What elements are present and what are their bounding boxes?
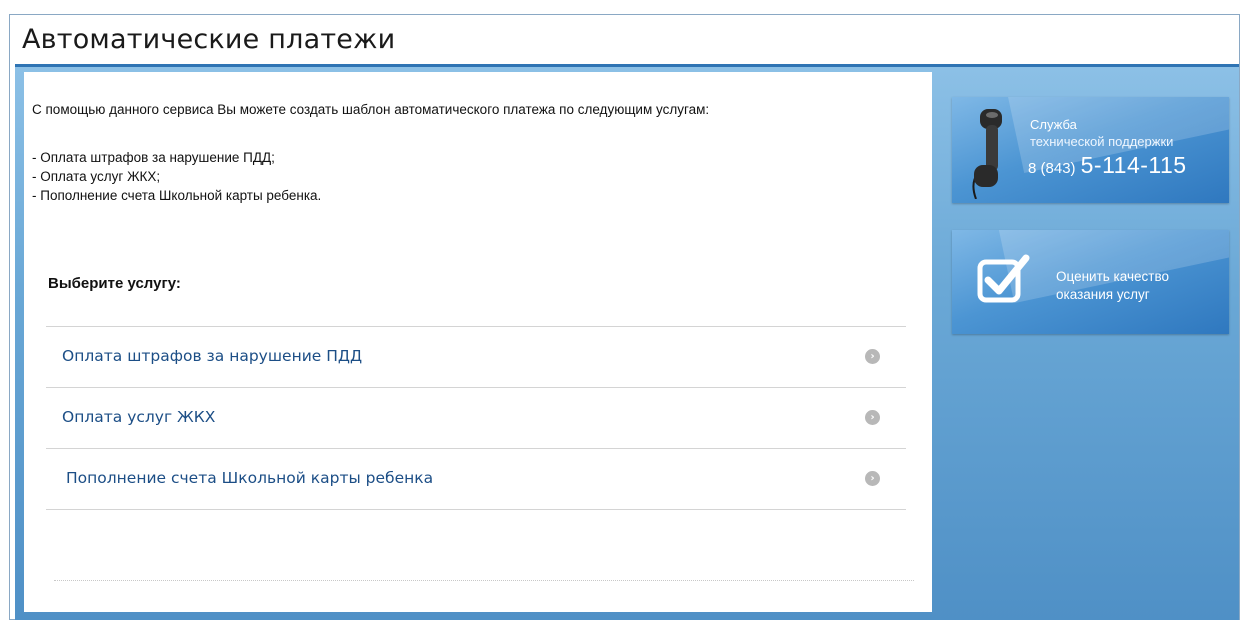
phone-code: 8 (843): [1028, 160, 1076, 177]
service-list-description: - Оплата штрафов за нарушение ПДД; - Опл…: [32, 148, 321, 205]
page-title: Автоматические платежи: [22, 24, 396, 55]
divider: [54, 580, 914, 581]
service-item-utilities[interactable]: Оплата услуг ЖКХ ›: [46, 388, 906, 449]
service-item-school-card[interactable]: Пополнение счета Школьной карты ребенка …: [46, 449, 906, 510]
phone-handset-icon: [972, 109, 1002, 199]
choose-service-heading: Выберите услугу:: [48, 275, 181, 292]
service-item-label: Оплата услуг ЖКХ: [62, 408, 216, 426]
phone-number: 5-114-115: [1080, 152, 1187, 178]
arrow-right-icon: ›: [865, 471, 880, 486]
service-item-label: Пополнение счета Школьной карты ребенка: [66, 469, 434, 487]
description-item: - Оплата штрафов за нарушение ПДД;: [32, 150, 275, 165]
support-banner[interactable]: Служба технической поддержки 8 (843) 5-1…: [952, 97, 1229, 203]
rate-quality-banner[interactable]: Оценить качество оказания услуг: [952, 230, 1229, 334]
arrow-right-icon: ›: [865, 349, 880, 364]
support-title: Служба: [1030, 117, 1077, 132]
intro-text: С помощью данного сервиса Вы можете созд…: [32, 102, 710, 117]
service-menu: Оплата штрафов за нарушение ПДД › Оплата…: [46, 326, 906, 510]
content-panel: С помощью данного сервиса Вы можете созд…: [24, 72, 932, 612]
rate-quality-label: Оценить качество оказания услуг: [1056, 269, 1169, 302]
support-phone: 8 (843) 5-114-115: [1028, 152, 1187, 179]
description-item: - Оплата услуг ЖКХ;: [32, 169, 161, 184]
description-item: - Пополнение счета Школьной карты ребенк…: [32, 188, 322, 203]
service-item-traffic-fines[interactable]: Оплата штрафов за нарушение ПДД ›: [46, 327, 906, 388]
service-item-label: Оплата штрафов за нарушение ПДД: [62, 347, 363, 365]
support-subtitle: технической поддержки: [1030, 134, 1174, 149]
checkbox-check-icon: [977, 254, 1030, 303]
arrow-right-icon: ›: [865, 410, 880, 425]
